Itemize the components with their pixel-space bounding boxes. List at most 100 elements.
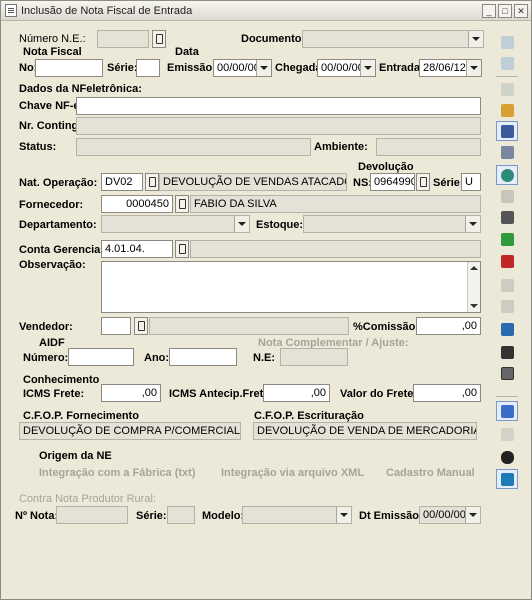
- contra-dt-emissao-picker: 00/00/00: [419, 506, 481, 524]
- export-green-button[interactable]: [496, 319, 518, 339]
- exit-icon: [501, 473, 514, 486]
- numero-ne-field[interactable]: [97, 30, 149, 48]
- nota-numero-field[interactable]: [35, 59, 103, 77]
- new-record-button[interactable]: [496, 32, 518, 52]
- binoculars-icon: [501, 451, 514, 464]
- icms-antecip-field[interactable]: ,00: [263, 384, 330, 402]
- toolbar-separator: [496, 396, 518, 397]
- observacao-textarea[interactable]: [101, 261, 481, 313]
- entrada-date-picker[interactable]: 28/06/12: [419, 59, 482, 77]
- vendedor-lookup-icon[interactable]: [134, 317, 148, 335]
- print-button[interactable]: [496, 275, 518, 295]
- close-button[interactable]: ✕: [514, 4, 528, 18]
- red-report-button[interactable]: [496, 251, 518, 271]
- new-record-icon: [501, 36, 514, 49]
- vendedor-code-field[interactable]: [101, 317, 131, 335]
- maximize-button[interactable]: □: [498, 4, 512, 18]
- conta-gerencial-lookup-icon[interactable]: [175, 240, 189, 258]
- origem-title: Origem da NE: [39, 450, 112, 462]
- copy-record-button[interactable]: [496, 53, 518, 73]
- aidf-numero-field[interactable]: [68, 348, 134, 366]
- contra-no-nota-label: Nº Nota:: [15, 510, 59, 522]
- stock-icon: [501, 211, 514, 224]
- devolucao-serie-label: Série:: [433, 177, 464, 189]
- red-report-icon: [501, 255, 514, 268]
- icms-antecip-label: ICMS Antecip.Frete:: [169, 388, 274, 400]
- data-label: Data: [175, 46, 199, 58]
- chave-nfe-label: Chave NF-e:: [19, 100, 84, 112]
- import-button[interactable]: [496, 401, 518, 421]
- minimize-button[interactable]: _: [482, 4, 496, 18]
- print-preview-icon: [501, 83, 514, 96]
- search-button[interactable]: [496, 165, 518, 185]
- document-icon: [5, 4, 17, 17]
- exit-button[interactable]: [496, 469, 518, 489]
- nat-operacao-code-field[interactable]: DV02: [101, 173, 143, 191]
- folder-button[interactable]: [496, 424, 518, 444]
- departamento-select[interactable]: [101, 215, 250, 233]
- serie-label: Série:: [107, 62, 138, 74]
- valor-frete-field[interactable]: ,00: [413, 384, 481, 402]
- estoque-select[interactable]: [303, 215, 481, 233]
- devolucao-serie-field[interactable]: U: [461, 173, 481, 191]
- fornecedor-lookup-icon[interactable]: [175, 195, 189, 213]
- origem-option-xml[interactable]: Integração via arquivo XML: [221, 467, 364, 479]
- observacao-label: Observação:: [19, 259, 86, 271]
- comissao-field[interactable]: ,00: [416, 317, 481, 335]
- item-list-button[interactable]: [496, 100, 518, 120]
- scroll-down-icon[interactable]: [470, 304, 478, 308]
- video-camera-icon: [501, 346, 514, 359]
- stock-button[interactable]: [496, 207, 518, 227]
- valor-frete-label: Valor do Frete:: [340, 388, 418, 400]
- export-button[interactable]: [496, 296, 518, 316]
- status-label: Status:: [19, 141, 57, 153]
- emissao-date-picker[interactable]: 00/00/00: [213, 59, 272, 77]
- calculator-button[interactable]: [496, 363, 518, 383]
- numero-ne-lookup-icon[interactable]: [152, 30, 166, 48]
- ns-field[interactable]: 0964990: [370, 173, 415, 191]
- ns-lookup-icon[interactable]: [416, 173, 430, 191]
- devolucao-label: Devolução: [358, 161, 414, 173]
- nat-operacao-lookup-icon[interactable]: [145, 173, 159, 191]
- window: Inclusão de Nota Fiscal de Entrada _ □ ✕…: [0, 0, 532, 600]
- icms-frete-field[interactable]: ,00: [101, 384, 161, 402]
- fornecedor-label: Fornecedor:: [19, 199, 84, 211]
- export-green-icon: [501, 323, 514, 336]
- flash-button[interactable]: [496, 142, 518, 162]
- delete-button[interactable]: [496, 186, 518, 206]
- chegada-date-picker[interactable]: 00/00/00: [317, 59, 376, 77]
- green-book-button[interactable]: [496, 229, 518, 249]
- origem-option-manual[interactable]: Cadastro Manual: [386, 467, 475, 479]
- conting-field[interactable]: [76, 117, 481, 135]
- vendedor-name-field: [149, 317, 349, 335]
- entrada-label: Entrada:: [379, 62, 424, 74]
- fornecedor-code-field[interactable]: 0000450: [101, 195, 173, 213]
- search-icon: [501, 169, 514, 182]
- documento-select[interactable]: [302, 30, 484, 48]
- emissao-label: Emissão:: [167, 62, 216, 74]
- cfop-fornecimento-field: DEVOLUÇÃO DE COMPRA P/COMERCIALIZAÇ: [19, 422, 241, 440]
- print-preview-button[interactable]: [496, 79, 518, 99]
- binoculars-button[interactable]: [496, 447, 518, 467]
- green-book-icon: [501, 233, 514, 246]
- conhecimento-title: Conhecimento: [23, 374, 100, 386]
- nat-operacao-desc-field: DEVOLUÇÃO DE VENDAS ATACADO: [159, 173, 347, 191]
- contra-serie-label: Série:: [136, 510, 167, 522]
- video-camera-button[interactable]: [496, 342, 518, 362]
- contra-nota-title: Contra Nota Produtor Rural:: [19, 493, 156, 505]
- chave-nfe-field[interactable]: [76, 97, 481, 115]
- conta-gerencial-field[interactable]: 4.01.04.: [101, 240, 173, 258]
- icms-frete-label: ICMS Frete:: [23, 388, 85, 400]
- notes-button[interactable]: [496, 121, 518, 141]
- nota-serie-field[interactable]: [136, 59, 160, 77]
- scroll-up-icon[interactable]: [470, 266, 478, 270]
- chevron-down-icon: [468, 31, 483, 47]
- conta-gerencial-desc-field: [190, 240, 481, 258]
- contra-modelo-label: Modelo:: [202, 510, 245, 522]
- calculator-icon: [501, 367, 514, 380]
- origem-option-fabrica[interactable]: Integração com a Fábrica (txt): [39, 467, 196, 479]
- numero-ne-label: Número N.E.:: [19, 33, 86, 45]
- observacao-scrollbar[interactable]: [467, 262, 480, 312]
- nota-fiscal-label: Nota Fiscal: [23, 46, 82, 58]
- aidf-ano-field[interactable]: [169, 348, 237, 366]
